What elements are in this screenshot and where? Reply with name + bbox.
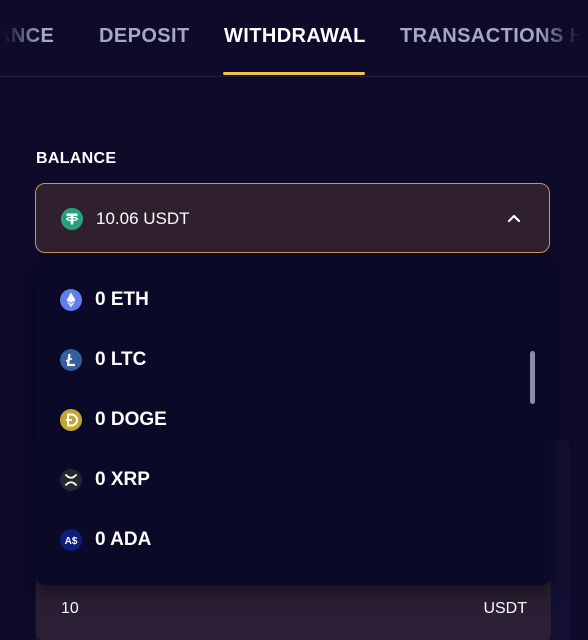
cardano-icon: A$ [60,529,82,551]
tether-icon [61,208,83,230]
currency-dropdown: 0 ETH 0 LTC 0 DOGE 0 XRP A$ 0 ADA [36,263,551,585]
ethereum-icon [60,289,82,311]
dropdown-item-label: 0 DOGE [95,409,167,430]
dropdown-item-label: 0 XRP [95,469,150,490]
tab-withdrawal[interactable]: WITHDRAWAL [224,24,366,48]
dropdown-item-label: 0 LTC [95,349,147,370]
xrp-icon [60,469,82,491]
withdrawal-page: ANCE DEPOSIT WITHDRAWAL TRANSACTIONS H B… [0,0,588,640]
balance-label: BALANCE [36,150,117,167]
svg-text:A$: A$ [65,536,78,547]
dropdown-item-label: 0 ADA [95,529,152,550]
dropdown-item-xrp[interactable]: 0 XRP [36,456,526,504]
selected-balance: 10.06 USDT [96,209,190,228]
tab-transactions-history[interactable]: TRANSACTIONS H [400,24,585,48]
dropdown-item-ltc[interactable]: 0 LTC [36,336,526,384]
dropdown-item-ada[interactable]: A$ 0 ADA [36,516,526,564]
dropdown-item-eth[interactable]: 0 ETH [36,276,526,324]
dropdown-scrollbar[interactable] [530,351,535,404]
dogecoin-icon [60,409,82,431]
amount-value: 10 [61,600,79,617]
currency-select[interactable]: 10.06 USDT [35,183,550,253]
tab-bar: ANCE DEPOSIT WITHDRAWAL TRANSACTIONS H [0,0,588,77]
tab-deposit[interactable]: DEPOSIT [99,24,190,48]
dropdown-item-doge[interactable]: 0 DOGE [36,396,526,444]
litecoin-icon [60,349,82,371]
chevron-up-icon[interactable] [507,211,521,225]
tab-balance[interactable]: ANCE [0,24,54,48]
amount-unit: USDT [483,600,527,617]
active-tab-indicator [223,72,365,75]
amount-field[interactable]: 10 USDT [36,578,551,640]
dropdown-item-label: 0 ETH [95,289,149,310]
